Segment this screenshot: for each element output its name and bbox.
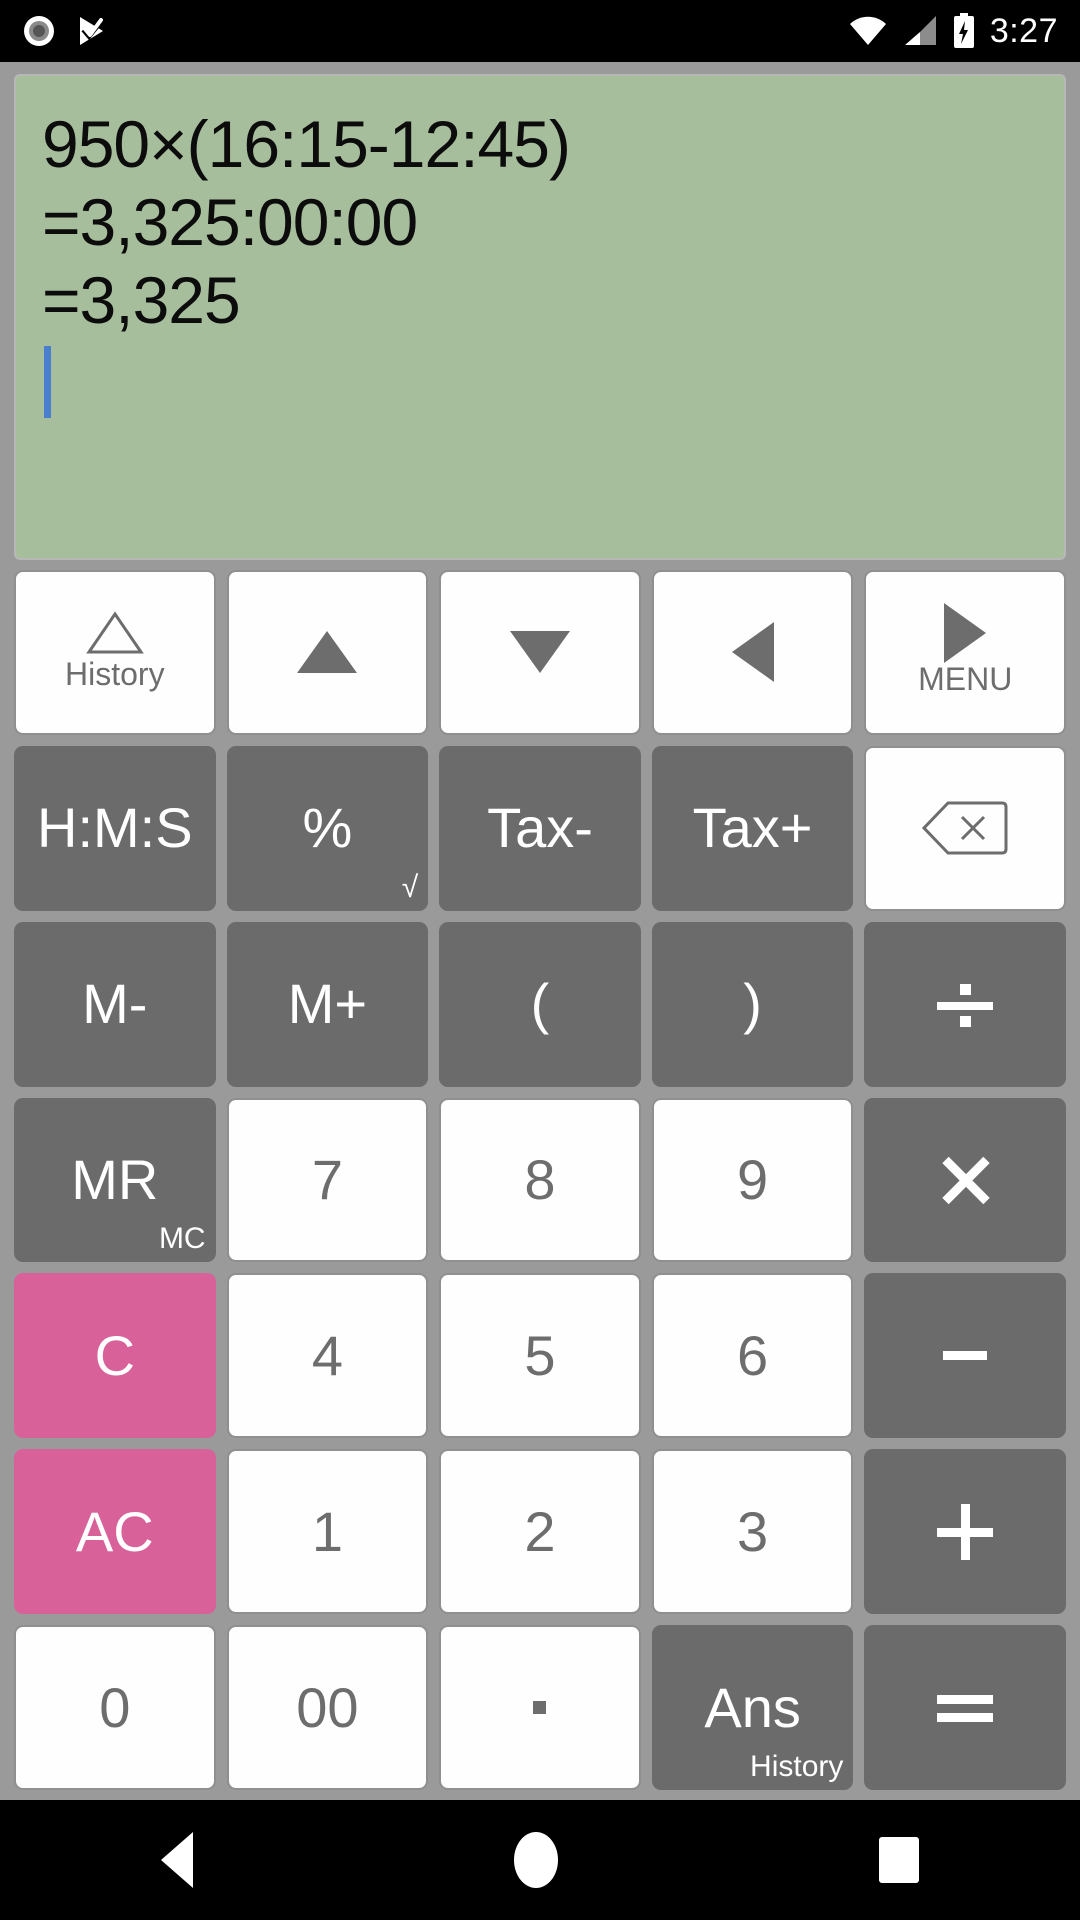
digit-0-key-label: 0 xyxy=(99,1675,131,1739)
digit-00-key[interactable]: 00 xyxy=(226,1625,429,1790)
back-icon[interactable] xyxy=(160,1832,193,1888)
digit-0-key[interactable]: 0 xyxy=(14,1625,216,1790)
digit-1-key-label: 1 xyxy=(311,1499,343,1563)
multiply-key[interactable] xyxy=(864,1097,1066,1263)
sqrt-icon: √ xyxy=(401,870,419,904)
status-bar-clock: 3:27 xyxy=(989,11,1058,50)
menu-key[interactable]: MENU xyxy=(864,570,1066,735)
digit-3-key[interactable]: 3 xyxy=(651,1449,854,1615)
digit-7-key[interactable]: 7 xyxy=(226,1097,429,1263)
paren-close-key[interactable]: ) xyxy=(651,921,854,1087)
clear-key[interactable]: C xyxy=(14,1273,216,1439)
equals-key[interactable] xyxy=(864,1625,1066,1790)
digit-8-key-label: 8 xyxy=(524,1147,556,1211)
digit-00-key-label: 00 xyxy=(296,1675,359,1739)
decimal-point-key[interactable] xyxy=(439,1625,641,1790)
answer-history-label: History xyxy=(750,1750,844,1783)
triangle-up-icon xyxy=(297,631,358,674)
clear-key-label: C xyxy=(94,1323,136,1387)
digit-9-key-label: 9 xyxy=(737,1147,769,1211)
arrow-left-key[interactable] xyxy=(651,570,854,735)
history-key-label: History xyxy=(65,655,165,692)
digit-4-key-label: 4 xyxy=(311,1323,343,1387)
keypad: History MENU H:M:S % √ Tax- Tax+ M- M+ (… xyxy=(14,570,1066,1794)
paren-open-key[interactable]: ( xyxy=(439,921,641,1087)
paren-open-key-label: ( xyxy=(530,972,550,1036)
digit-4-key[interactable]: 4 xyxy=(226,1273,429,1439)
memory-recall-key-label: MR xyxy=(71,1147,159,1211)
digit-5-key-label: 5 xyxy=(524,1323,556,1387)
tax-plus-key-label: Tax+ xyxy=(692,796,813,860)
play-check-icon xyxy=(80,17,104,45)
backspace-key[interactable] xyxy=(864,745,1066,911)
phone-screen: 3:27 950×(16:15-12:45) =3,325:00:00 =3,3… xyxy=(0,0,1080,1920)
recents-icon[interactable] xyxy=(879,1837,920,1883)
all-clear-key[interactable]: AC xyxy=(14,1449,216,1615)
paren-close-key-label: ) xyxy=(743,972,762,1036)
display-line-result-decimal: =3,325 xyxy=(42,262,241,337)
display-line-expression: 950×(16:15-12:45) xyxy=(42,107,571,181)
display-line-result-hms: =3,325:00:00 xyxy=(42,184,418,259)
android-nav-bar xyxy=(0,1800,1080,1920)
arrow-down-key[interactable] xyxy=(439,570,641,735)
equals-icon xyxy=(937,1693,994,1723)
history-key[interactable]: History xyxy=(14,570,216,735)
calculator-body: 950×(16:15-12:45) =3,325:00:00 =3,325 Hi… xyxy=(0,62,1080,1800)
all-clear-key-label: AC xyxy=(75,1499,154,1563)
triangle-outline-icon xyxy=(85,611,144,654)
calculator-display[interactable]: 950×(16:15-12:45) =3,325:00:00 =3,325 xyxy=(14,74,1066,560)
tax-plus-key[interactable]: Tax+ xyxy=(651,745,854,911)
digit-6-key[interactable]: 6 xyxy=(651,1273,854,1439)
digit-5-key[interactable]: 5 xyxy=(439,1273,641,1439)
cellular-signal-icon xyxy=(904,16,936,45)
arrow-up-key[interactable] xyxy=(226,570,429,735)
triangle-right-icon xyxy=(944,602,987,663)
digit-2-key[interactable]: 2 xyxy=(439,1449,641,1615)
triangle-left-icon xyxy=(731,622,774,683)
minus-icon xyxy=(943,1351,988,1361)
wifi-icon xyxy=(849,16,886,45)
digit-7-key-label: 7 xyxy=(311,1147,343,1211)
triangle-down-icon xyxy=(509,631,570,674)
answer-key-label: Ans xyxy=(704,1675,801,1739)
memory-minus-key[interactable]: M- xyxy=(14,921,216,1087)
tax-minus-key-label: Tax- xyxy=(487,796,593,860)
decimal-point-icon xyxy=(533,1701,547,1715)
digit-3-key-label: 3 xyxy=(737,1499,769,1563)
percent-key-label: % xyxy=(302,796,353,860)
divide-key[interactable] xyxy=(864,921,1066,1087)
divide-icon xyxy=(937,976,994,1032)
status-bar-left-icons xyxy=(22,14,108,48)
digit-9-key[interactable]: 9 xyxy=(651,1097,854,1263)
hms-key-label: H:M:S xyxy=(37,796,193,860)
battery-charging-icon xyxy=(953,13,974,48)
subtract-key[interactable] xyxy=(864,1273,1066,1439)
status-bar-right-icons: 3:27 xyxy=(848,12,1058,51)
hms-key[interactable]: H:M:S xyxy=(14,745,216,911)
tax-minus-key[interactable]: Tax- xyxy=(439,745,641,911)
home-icon[interactable] xyxy=(513,1832,558,1888)
screen-record-icon xyxy=(24,16,54,46)
backspace-icon xyxy=(922,801,1008,855)
digit-2-key-label: 2 xyxy=(524,1499,556,1563)
answer-key[interactable]: Ans History xyxy=(651,1625,854,1790)
memory-recall-key[interactable]: MR MC xyxy=(14,1097,216,1263)
display-input-line xyxy=(42,340,1038,420)
plus-icon xyxy=(937,1503,994,1560)
memory-plus-key-label: M+ xyxy=(287,972,368,1036)
digit-6-key-label: 6 xyxy=(737,1323,769,1387)
status-bar: 3:27 xyxy=(0,0,1080,62)
menu-key-label: MENU xyxy=(918,660,1013,697)
digit-8-key[interactable]: 8 xyxy=(439,1097,641,1263)
memory-clear-key-label: MC xyxy=(158,1222,206,1256)
text-cursor xyxy=(44,345,51,418)
percent-key[interactable]: % √ xyxy=(226,745,429,911)
multiply-icon xyxy=(937,1152,993,1208)
memory-minus-key-label: M- xyxy=(82,972,148,1036)
memory-plus-key[interactable]: M+ xyxy=(226,921,429,1087)
digit-1-key[interactable]: 1 xyxy=(226,1449,429,1615)
add-key[interactable] xyxy=(864,1449,1066,1615)
